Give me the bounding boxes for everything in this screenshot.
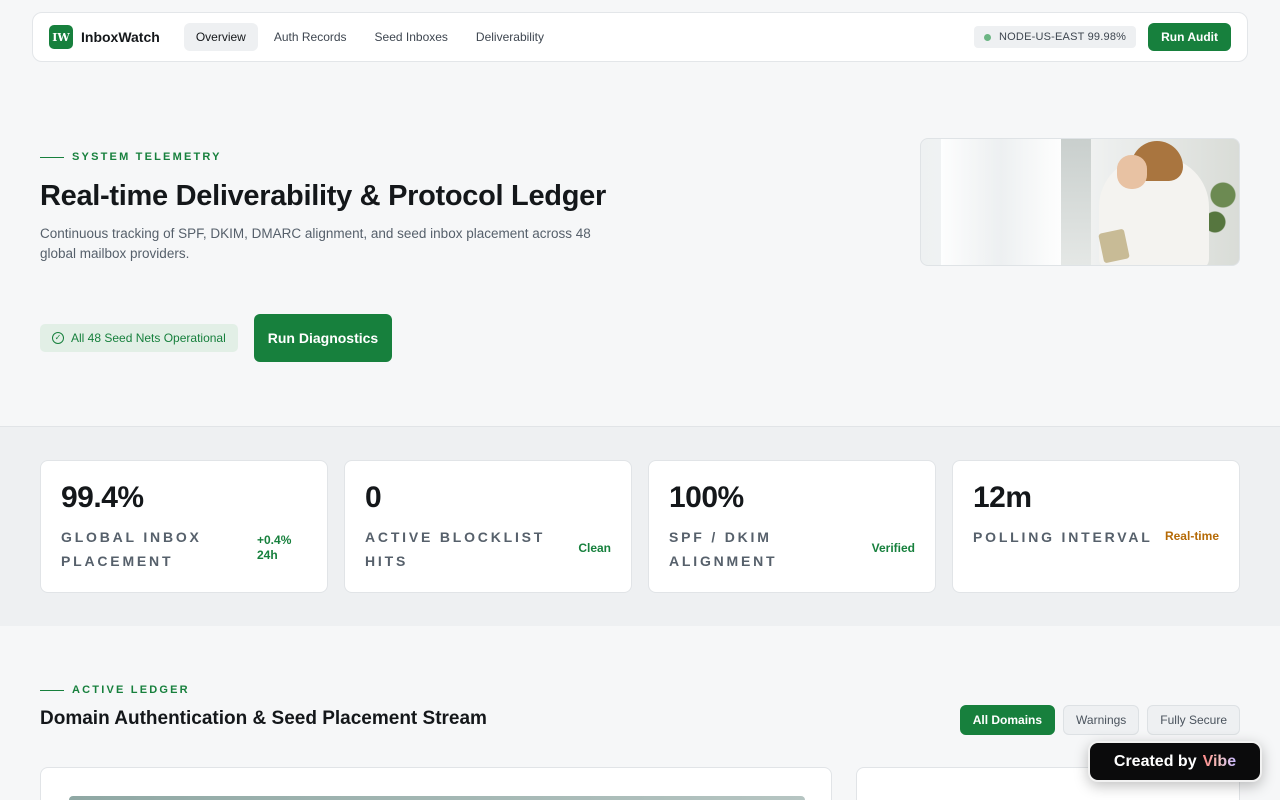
node-status-text: NODE-US-EAST 99.98%: [999, 31, 1127, 43]
stat-delta: Clean: [578, 541, 611, 555]
page-title: Real-time Deliverability & Protocol Ledg…: [40, 180, 606, 212]
ledger-title: Domain Authentication & Seed Placement S…: [40, 708, 487, 729]
stat-label: POLLING INTERVAL: [973, 529, 1153, 545]
nav-tab-deliverability[interactable]: Deliverability: [464, 23, 556, 51]
eyebrow-rule: [40, 689, 64, 691]
seed-nets-status-text: All 48 Seed Nets Operational: [71, 331, 226, 345]
eyebrow-rule: [40, 156, 64, 158]
stat-card-spf-dkim: 100% SPF / DKIM ALIGNMENT Verified: [648, 460, 936, 593]
stat-value: 0: [365, 481, 382, 514]
stat-card-inbox-placement: 99.4% GLOBAL INBOX PLACEMENT +0.4% 24h: [40, 460, 328, 593]
run-audit-button[interactable]: Run Audit: [1148, 23, 1231, 51]
vibe-logo-text: Vibe: [1202, 752, 1237, 770]
stat-delta: Real-time: [1164, 529, 1219, 543]
main-nav: Overview Auth Records Seed Inboxes Deliv…: [183, 23, 556, 51]
created-by-text: Created by: [1113, 752, 1197, 770]
filter-fully-secure[interactable]: Fully Secure: [1147, 705, 1240, 735]
check-circle-icon: ✓: [52, 332, 64, 344]
ledger-stream-card: [40, 767, 832, 800]
filter-all-domains[interactable]: All Domains: [959, 705, 1056, 735]
filter-warnings[interactable]: Warnings: [1063, 705, 1140, 735]
photo-face: [1117, 155, 1147, 189]
created-by-badge[interactable]: Created by Vibe: [1088, 741, 1262, 782]
stat-label: GLOBAL INBOX PLACEMENT: [61, 529, 202, 569]
top-navigation-bar: IW InboxWatch Overview Auth Records Seed…: [32, 12, 1248, 62]
nav-tab-overview[interactable]: Overview: [183, 23, 258, 51]
stat-label: SPF / DKIM ALIGNMENT: [669, 529, 778, 569]
ledger-filter-group: All Domains Warnings Fully Secure: [959, 705, 1240, 735]
photo-window: [1061, 139, 1091, 265]
hero-image: [920, 138, 1240, 266]
seed-nets-status-badge: ✓ All 48 Seed Nets Operational: [40, 324, 238, 352]
stat-delta: Verified: [871, 541, 915, 555]
stat-card-blocklist-hits: 0 ACTIVE BLOCKLIST HITS Clean: [344, 460, 632, 593]
brand-name[interactable]: InboxWatch: [81, 29, 160, 45]
logo-icon[interactable]: IW: [49, 25, 73, 49]
stat-value: 99.4%: [61, 481, 144, 514]
ledger-image-strip: [69, 796, 805, 800]
run-diagnostics-button[interactable]: Run Diagnostics: [254, 314, 392, 362]
hero-eyebrow: SYSTEM TELEMETRY: [40, 151, 222, 163]
page-subtitle: Continuous tracking of SPF, DKIM, DMARC …: [40, 226, 591, 261]
ledger-eyebrow-text: ACTIVE LEDGER: [72, 684, 190, 696]
nav-tab-auth-records[interactable]: Auth Records: [262, 23, 359, 51]
stat-delta: +0.4% 24h: [257, 533, 292, 562]
stat-label: ACTIVE BLOCKLIST HITS: [365, 529, 546, 569]
node-status-badge: NODE-US-EAST 99.98%: [974, 26, 1137, 48]
stat-card-polling-interval: 12m POLLING INTERVAL Real-time: [952, 460, 1240, 593]
nav-tab-seed-inboxes[interactable]: Seed Inboxes: [363, 23, 460, 51]
hero-eyebrow-text: SYSTEM TELEMETRY: [72, 151, 222, 163]
ledger-eyebrow: ACTIVE LEDGER: [40, 684, 190, 696]
photo-curtain: [941, 139, 1061, 265]
stat-value: 100%: [669, 481, 744, 514]
stat-value: 12m: [973, 481, 1032, 514]
status-dot-icon: [984, 33, 992, 41]
